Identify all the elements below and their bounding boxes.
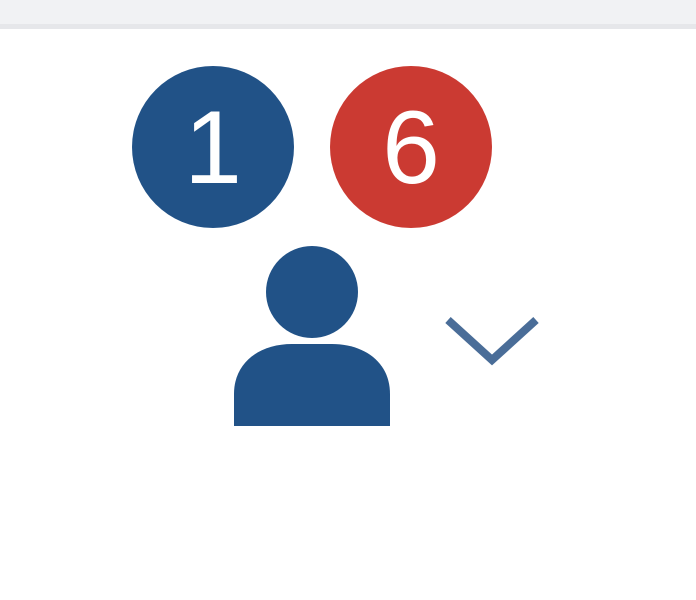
alert-count-label: 6 — [382, 90, 440, 206]
alert-count-badge[interactable]: 6 — [330, 66, 492, 228]
chevron-down-icon — [445, 317, 539, 366]
user-menu-button[interactable] — [220, 236, 560, 436]
top-bar — [0, 0, 696, 29]
notification-count-badge[interactable]: 1 — [132, 66, 294, 228]
notification-count-label: 1 — [184, 90, 242, 206]
user-icon — [234, 246, 390, 426]
